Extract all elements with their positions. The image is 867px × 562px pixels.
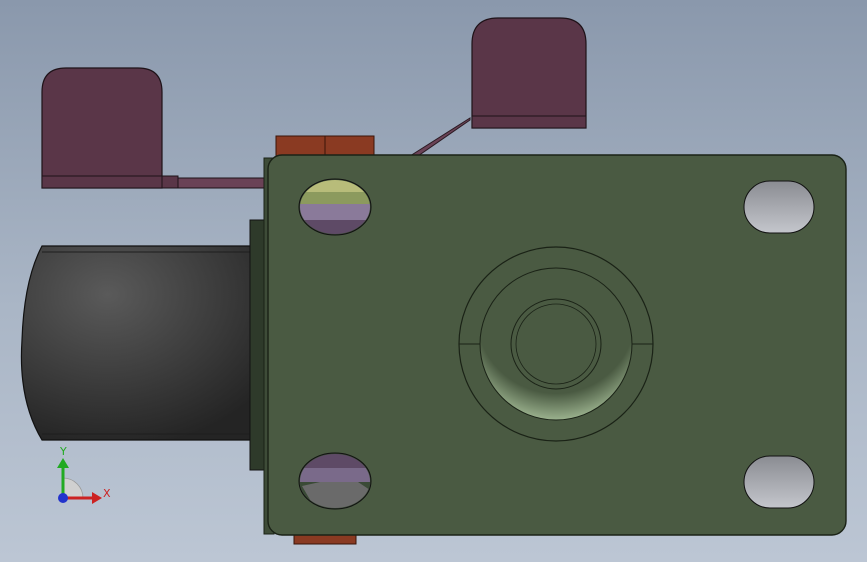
top-plate[interactable]: [263, 154, 847, 536]
triad-y-label: Y: [59, 445, 67, 458]
brake-pedal-right[interactable]: [408, 17, 587, 159]
model-canvas[interactable]: Y X: [0, 0, 867, 562]
triad-y-arrow-icon: [57, 458, 69, 468]
triad-z-axis-icon: [58, 493, 68, 503]
mount-slot-top-right: [743, 180, 815, 234]
swivel-bearing[interactable]: [458, 246, 654, 442]
caster-wheel[interactable]: [20, 219, 271, 471]
coordinate-triad: Y X: [57, 445, 111, 504]
triad-x-arrow-icon: [92, 492, 102, 504]
brake-pedal-left[interactable]: [41, 67, 271, 189]
graphics-viewport[interactable]: Y X: [0, 0, 867, 562]
mount-slot-bottom-right: [743, 455, 815, 509]
triad-x-label: X: [103, 487, 111, 500]
